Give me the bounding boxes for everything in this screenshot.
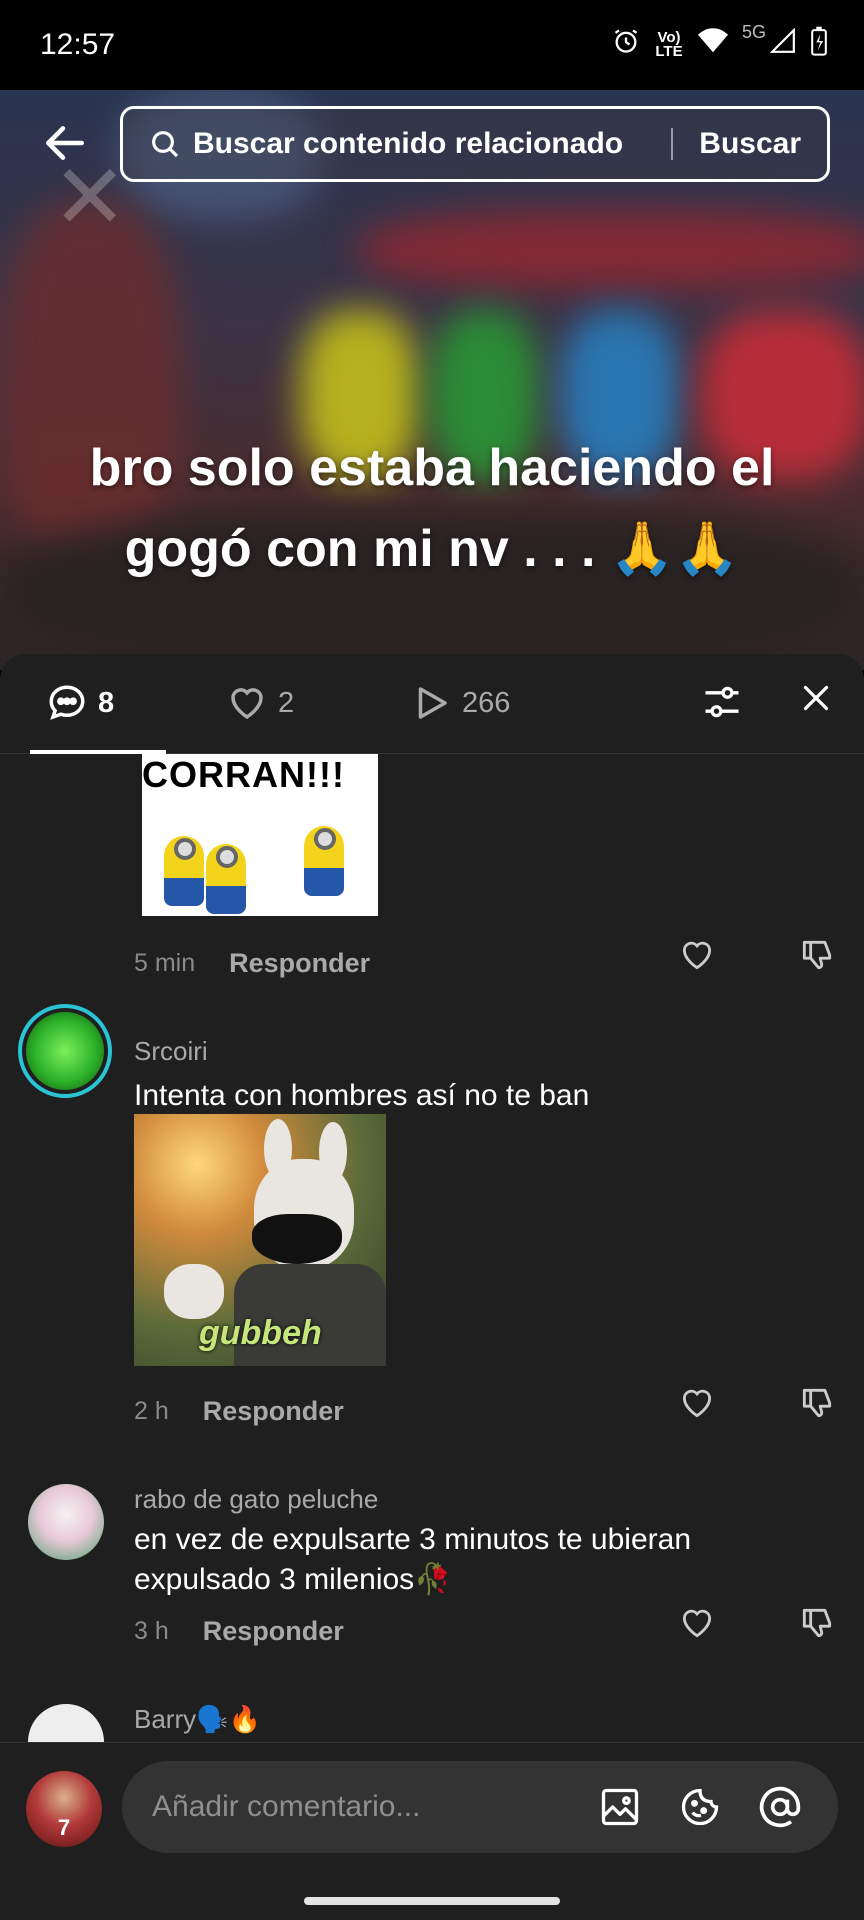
reply-button[interactable]: Responder <box>229 948 370 979</box>
close-icon[interactable] <box>798 680 834 716</box>
battery-icon <box>810 26 828 63</box>
comment-text: en vez de expulsarte 3 minutos te ubiera… <box>134 1523 692 1596</box>
avatar[interactable] <box>18 1004 112 1098</box>
heart-icon <box>231 688 263 720</box>
tab-plays[interactable]: 266 <box>410 682 510 724</box>
comment-image-minions[interactable]: CORRAN!!! <box>142 754 378 916</box>
reply-button[interactable]: Responder <box>203 1616 344 1647</box>
image-watermark: gubbeh <box>199 1314 322 1352</box>
comment-time: 2 h <box>134 1397 169 1425</box>
my-avatar[interactable]: 7 <box>26 1771 102 1847</box>
comment-username[interactable]: Srcoiri <box>134 1036 208 1067</box>
minion-image-text: CORRAN!!! <box>142 754 345 795</box>
status-bar: 12:57 Vo) LTE 5G <box>0 0 864 90</box>
heart-icon[interactable] <box>678 936 716 974</box>
comment-input-placeholder[interactable]: Añadir comentario... <box>152 1790 598 1824</box>
comment-meta: 2 h Responder <box>134 1396 344 1427</box>
play-icon <box>418 687 447 719</box>
dislike-icon[interactable] <box>798 1604 836 1642</box>
comment-time: 3 h <box>134 1617 169 1645</box>
likes-count: 2 <box>278 686 295 719</box>
volte-icon: Vo) LTE <box>655 28 683 60</box>
tab-comments[interactable]: 8 <box>46 682 114 724</box>
status-time: 12:57 <box>40 28 116 61</box>
comment-meta: 5 min Responder <box>134 948 370 979</box>
avatar[interactable] <box>28 1484 104 1560</box>
comment-composer: 7 Añadir comentario... <box>0 1742 864 1920</box>
comment-text: Intenta con hombres así no te ban <box>134 1079 590 1112</box>
filter-icon[interactable] <box>700 680 744 724</box>
network-type: 5G <box>741 22 766 42</box>
home-indicator[interactable] <box>304 1897 560 1905</box>
mention-icon[interactable] <box>758 1785 802 1829</box>
video-caption-line-2: gogó con mi nv . . . 🙏🙏 <box>124 520 740 578</box>
image-icon[interactable] <box>598 1785 642 1829</box>
signal-icon <box>769 27 796 61</box>
status-icons: Vo) LTE 5G <box>612 22 828 63</box>
comment-input[interactable]: Añadir comentario... <box>122 1761 838 1853</box>
dislike-icon[interactable] <box>798 936 836 974</box>
search-button[interactable]: Buscar <box>699 127 801 161</box>
comment-username[interactable]: rabo de gato peluche <box>134 1484 378 1515</box>
video-caption-line-1: bro solo estaba haciendo el <box>89 439 775 497</box>
heart-icon[interactable] <box>678 1604 716 1642</box>
wifi-icon <box>697 28 728 61</box>
avatar-jersey-number: 7 <box>57 1815 71 1840</box>
comments-sheet: 8 2 266 CORRAN!!! 5 min Responder Srcoir… <box>0 654 864 1920</box>
search-divider <box>671 128 674 160</box>
comment-time: 5 min <box>134 949 196 977</box>
back-arrow-icon[interactable] <box>40 118 90 168</box>
heart-icon[interactable] <box>678 1384 716 1422</box>
alarm-icon <box>612 27 640 62</box>
search-bar[interactable]: Buscar contenido relacionado Buscar <box>120 106 830 182</box>
sticker-icon[interactable] <box>678 1785 722 1829</box>
tab-likes[interactable]: 2 <box>226 682 294 724</box>
comment-username[interactable]: Barry🗣️🔥 <box>134 1704 261 1735</box>
search-icon <box>152 131 179 158</box>
comment-meta: 3 h Responder <box>134 1616 344 1647</box>
comment-icon <box>49 685 85 720</box>
dislike-icon[interactable] <box>798 1384 836 1422</box>
comments-tabs: 8 2 266 <box>0 654 864 754</box>
comments-list[interactable]: CORRAN!!! 5 min Responder Srcoiri Intent… <box>0 754 864 1754</box>
comments-count: 8 <box>98 686 115 719</box>
comment-image-rabbit[interactable]: gubbeh <box>134 1114 386 1366</box>
search-input[interactable]: Buscar contenido relacionado <box>193 127 671 161</box>
reply-button[interactable]: Responder <box>203 1396 344 1427</box>
plays-count: 266 <box>462 686 511 719</box>
